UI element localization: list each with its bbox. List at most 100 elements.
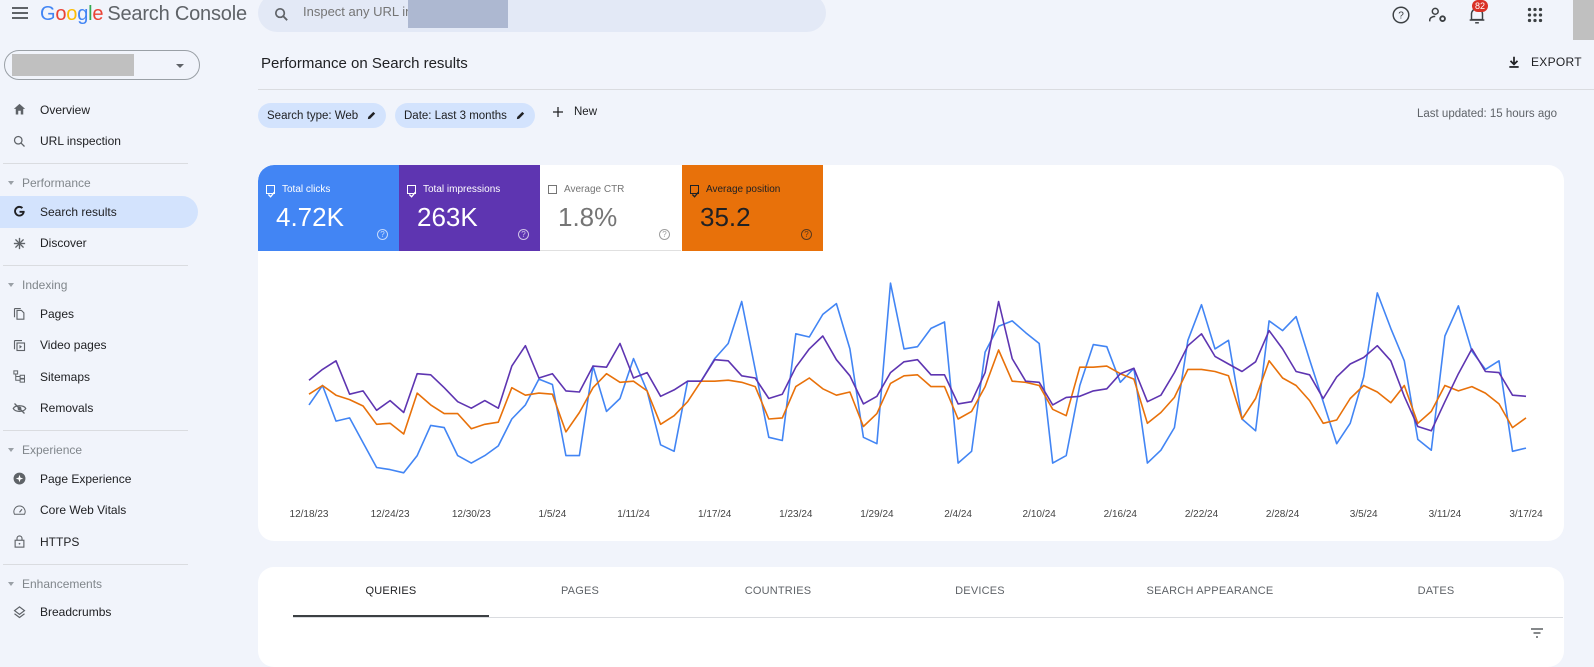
sitemap-icon [13,370,25,383]
sidebar-item-overview[interactable]: Overview [0,94,198,126]
x-tick-label: 1/17/24 [698,509,732,520]
apps-grid-icon[interactable] [1524,4,1546,26]
section-title: Enhancements [22,576,103,591]
redacted-property [12,54,134,76]
sidebar-item-pages[interactable]: Pages [0,298,198,330]
layers-icon [13,605,26,618]
tab-devices[interactable]: DEVICES [882,567,1078,617]
svg-text:?: ? [1398,11,1404,22]
divider [258,89,1594,90]
x-tick-label: 1/5/24 [538,509,566,520]
metric-card-total-impressions[interactable]: Total impressions 263K ? [399,165,540,251]
download-icon [1509,56,1519,68]
main-menu-button[interactable] [10,4,30,24]
search-icon [274,7,288,21]
sidebar-section-performance[interactable]: Performance [0,170,200,196]
sidebar-item-breadcrumbs[interactable]: Breadcrumbs [0,597,198,629]
help-icon[interactable]: ? [377,229,388,240]
collapse-triangle-icon [8,181,14,185]
sidebar-section-experience[interactable]: Experience [0,437,200,463]
sidebar-item-removals[interactable]: Removals [0,393,198,425]
checkbox-checked-icon[interactable] [407,185,417,198]
sidebar-item-page-experience[interactable]: Page Experience [0,463,198,495]
tab-countries[interactable]: COUNTRIES [680,567,876,617]
tab-search-appearance[interactable]: SEARCH APPEARANCE [1112,567,1308,617]
sidebar-item-label: Overview [40,102,91,117]
x-tick-label: 3/17/24 [1509,509,1543,520]
sidebar-item-search-results[interactable]: Search results [0,196,198,228]
checkbox-unchecked-icon[interactable] [548,185,557,194]
series-line-average-position[interactable] [308,349,1527,435]
speed-gauge-icon [13,505,26,515]
sidebar-item-label: Discover [40,236,87,251]
app-logo[interactable]: Google Search Console [40,3,247,26]
metric-card-total-clicks[interactable]: Total clicks 4.72K ? [258,165,399,251]
page-title: Performance on Search results [261,55,468,72]
export-button[interactable]: EXPORT [1507,55,1582,69]
collapse-triangle-icon [8,448,14,452]
help-icon[interactable]: ? [1390,4,1412,26]
sidebar-item-label: Search results [40,204,117,219]
help-icon[interactable]: ? [659,229,670,240]
filter-rows-icon[interactable] [1530,627,1544,639]
property-selector[interactable] [4,50,200,80]
logo-letter: g [77,3,89,25]
page-experience-icon [13,472,26,485]
url-inspection-search[interactable] [258,0,826,32]
sidebar-item-video-pages[interactable]: Video pages [0,330,198,362]
metric-card-average-position[interactable]: Average position 35.2 ? [682,165,823,251]
divider [3,430,188,431]
notifications-count-badge: 82 [1472,0,1489,12]
export-label: EXPORT [1531,55,1582,69]
checkbox-checked-icon[interactable] [690,185,700,198]
new-label: New [574,106,598,118]
x-tick-label: 2/16/24 [1104,509,1138,520]
lock-icon [14,535,25,548]
metric-label: Average CTR [564,184,625,195]
x-tick-label: 2/22/24 [1185,509,1219,520]
edit-pencil-icon [368,111,376,120]
tab-pages[interactable]: PAGES [482,567,678,617]
sidebar-item-discover[interactable]: Discover [0,228,198,260]
redacted-property-name [408,0,508,28]
performance-line-chart[interactable]: 12/18/23 12/24/23 12/30/23 1/5/24 1/11/24 1/1… [258,251,1564,541]
top-app-bar: GoogleSearch Console ? 82 [0,0,1594,40]
help-icon[interactable]: ? [801,229,812,240]
account-avatar[interactable] [1573,0,1594,40]
metric-value: 263K [417,202,478,232]
sidebar-item-core-web-vitals[interactable]: Core Web Vitals [0,495,198,527]
search-input[interactable] [303,4,413,19]
sidebar-section-indexing[interactable]: Indexing [0,272,200,298]
sidebar-item-https[interactable]: HTTPS [0,526,198,558]
logo-letter: G [40,3,56,25]
series-line-total-impressions[interactable] [308,300,1527,432]
divider [3,265,188,266]
sidebar-item-sitemaps[interactable]: Sitemaps [0,361,198,393]
metric-card-average-ctr[interactable]: Average CTR 1.8% ? [540,165,681,251]
tab-dates[interactable]: DATES [1338,567,1534,617]
series-line-total-clicks[interactable] [308,282,1527,474]
filter-chip-search-type[interactable]: Search type: Web [258,103,387,128]
product-name: Search Console [107,3,247,25]
manage-users-icon[interactable] [1427,4,1449,26]
sidebar-section-enhancements[interactable]: Enhancements [0,571,200,597]
google-g-icon [14,205,25,217]
section-title: Performance [22,176,91,190]
performance-chart-card: Total clicks 4.72K ? Total impressions 2… [258,165,1564,541]
sidebar: Overview URL inspection Performance Sear… [0,94,200,628]
new-filter-button[interactable]: New [552,106,597,118]
chip-label: Date: Last 3 months [404,109,507,122]
dimensions-table-card: QUERIES PAGES COUNTRIES DEVICES SEARCH A… [258,567,1564,667]
sidebar-item-url-inspection[interactable]: URL inspection [0,126,198,158]
filter-chip-date[interactable]: Date: Last 3 months [395,103,535,128]
x-tick-label: 2/4/24 [944,509,972,520]
tab-queries[interactable]: QUERIES [293,567,489,617]
plus-icon [553,107,563,117]
help-icon[interactable]: ? [518,229,529,240]
checkbox-checked-icon[interactable] [266,185,276,198]
x-tick-label: 1/11/24 [617,509,650,520]
asterisk-icon [13,237,26,249]
collapse-triangle-icon [8,581,14,586]
sidebar-item-label: Page Experience [40,471,132,486]
chip-label: Search type: Web [267,109,359,122]
